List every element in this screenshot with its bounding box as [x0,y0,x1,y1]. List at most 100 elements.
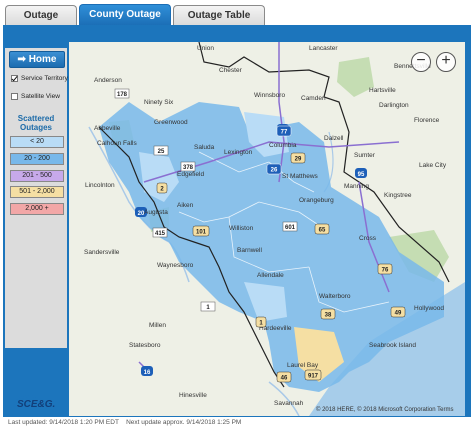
place-label: Anderson [94,77,122,84]
place-label: Lake City [419,162,447,169]
outage-marker[interactable]: 76 [377,263,393,275]
place-label: Lexington [224,149,253,156]
place-label: Hollywood [414,305,444,312]
place-label: Seabrook Island [369,342,416,349]
next-update-text: Next update approx. 9/14/2018 1:25 PM [126,419,242,426]
svg-text:65: 65 [319,228,326,234]
svg-text:38: 38 [325,313,332,319]
legend-title: Scattered Outages [17,114,55,132]
highway-shield: 178 [114,88,130,99]
outage-marker[interactable]: 38 [320,308,336,320]
checkbox-unchecked-icon [11,93,18,100]
legend-item-20-200: 20 - 200 [10,153,64,165]
place-label: Florence [414,117,440,124]
place-label: Millen [149,322,166,329]
last-updated-text: Last updated: 9/14/2018 1:20 PM EDT [8,419,119,426]
place-label: Lincolnton [85,182,115,189]
outage-marker[interactable]: 917 [304,369,322,381]
place-label: Barnwell [237,247,262,254]
place-label: Columbia [269,142,297,149]
place-label: Statesboro [129,342,161,349]
legend-item-201-500: 201 - 500 [10,170,64,182]
place-label: Savannah [274,400,304,407]
outage-marker[interactable]: 101 [192,225,210,237]
svg-text:415: 415 [155,231,166,237]
legend-item-501-2000: 501 - 2,000 [10,186,64,198]
place-label: Augusta [144,209,168,216]
outage-marker[interactable]: 26 [266,163,282,175]
satellite-view-label: Satellite View [21,93,60,100]
interstate-16-shield: 16 [141,366,153,376]
place-label: Ninety Six [144,99,174,106]
place-label: Saluda [194,144,215,151]
place-label: Chester [219,67,243,74]
place-label: Winnsboro [254,92,285,99]
highway-shield: 415 [152,227,168,238]
svg-text:178: 178 [117,92,128,98]
place-label: Williston [229,225,254,232]
svg-text:601: 601 [285,225,296,231]
outage-marker[interactable]: 77 [276,125,292,137]
highway-shield: 601 [282,221,298,232]
satellite-view-checkbox[interactable]: Satellite View [11,93,60,100]
place-label: Hartsville [369,87,396,94]
terms-link[interactable]: Terms [437,407,453,413]
highway-shield: 25 [153,145,169,156]
place-label: Aiken [177,202,194,209]
sceg-logo: SCE&G. [13,395,55,410]
place-label: Cross [359,235,377,242]
svg-text:76: 76 [382,268,389,274]
outage-marker[interactable]: 65 [314,223,330,235]
place-label: Abbeville [94,125,121,132]
service-territory-checkbox[interactable]: Service Territory [11,75,68,82]
tab-county-outage-map[interactable]: County Outage Map [79,4,171,39]
tab-bar: Outage Lookup County Outage Map Outage T… [0,0,474,40]
outage-marker[interactable]: 2 [156,182,168,194]
map-canvas: 77 26 95 16 20 25 178 378 601 415 1 Unio… [69,42,465,416]
svg-text:SCE&G.: SCE&G. [17,399,55,410]
outage-marker[interactable]: 1 [255,316,267,328]
legend-item-under-20: < 20 [10,136,64,148]
place-label: Sumter [354,152,376,159]
zoom-in-button[interactable]: + [436,52,456,72]
place-label: Edgefield [177,171,204,178]
checkbox-checked-icon [11,75,18,82]
place-label: Hinesville [179,392,207,399]
interstate-95-shield: 95 [355,168,367,178]
svg-text:95: 95 [358,172,365,178]
service-territory-label: Service Territory [21,75,68,82]
zoom-out-button[interactable]: − [411,52,431,72]
place-label: Laurel Bay [287,362,319,369]
county-outage-map[interactable]: 77 26 95 16 20 25 178 378 601 415 1 Unio… [69,42,465,416]
place-label: Waynesboro [157,262,194,269]
svg-text:917: 917 [308,374,319,380]
svg-text:77: 77 [281,130,288,136]
place-label: Allendale [257,272,284,279]
tab-outage-lookup[interactable]: Outage Lookup [5,5,77,40]
place-label: Dalzell [324,135,344,142]
footer: Last updated: 9/14/2018 1:20 PM EDT Next… [8,419,241,426]
map-copyright: © 2018 HERE, © 2018 Microsoft Corporatio… [316,407,453,413]
home-button-label: Home [28,54,57,65]
outage-marker[interactable]: 29 [290,152,306,164]
place-label: Union [197,45,214,52]
highway-shield: 1 [200,301,216,312]
svg-text:16: 16 [144,370,151,376]
copyright-text: © 2018 HERE, © 2018 Microsoft Corporatio… [316,407,436,413]
svg-text:46: 46 [281,376,288,382]
outage-marker[interactable]: 46 [276,371,292,383]
tab-outage-table-listing[interactable]: Outage Table Listing [173,5,265,40]
svg-text:26: 26 [271,168,278,174]
svg-text:49: 49 [395,311,402,317]
home-button[interactable]: ➡ Home [9,51,65,68]
outage-marker[interactable]: 49 [390,306,406,318]
place-label: Walterboro [319,293,351,300]
place-label: Manning [344,183,369,190]
svg-text:101: 101 [196,230,207,236]
svg-text:25: 25 [158,149,165,155]
place-label: Sandersville [84,249,120,256]
highway-shield: 378 [180,161,196,172]
place-label: Orangeburg [299,197,334,204]
legend-item-2000-plus: 2,000 + [10,203,64,215]
svg-text:29: 29 [295,157,302,163]
